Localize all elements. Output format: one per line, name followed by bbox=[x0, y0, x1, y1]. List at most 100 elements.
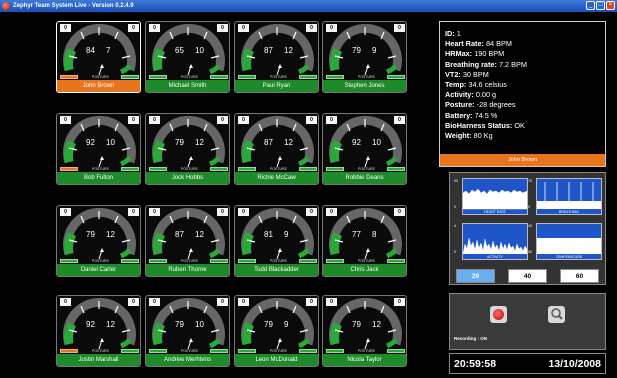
detail-label: HRMax: bbox=[445, 49, 473, 59]
athlete-tile[interactable]: 0 0 87 12 POSTURE Ruben Thorne bbox=[145, 205, 230, 277]
activity-chart[interactable]: 4 0 ACTIVITY bbox=[454, 223, 528, 260]
time-range-selector: 20 40 60 bbox=[453, 269, 603, 283]
activity-axis-bottom: 0 bbox=[454, 250, 456, 254]
detail-label: VT2: bbox=[445, 69, 461, 79]
signal-indicator bbox=[387, 167, 405, 171]
left-counter: 0 bbox=[238, 298, 249, 306]
athlete-grid: 0 0 84 7 POSTURE John Brown 0 0 65 10 POSTURE Micha… bbox=[56, 21, 432, 373]
zoom-button[interactable] bbox=[548, 306, 565, 323]
activity-axis-top: 4 bbox=[454, 224, 456, 228]
breathing-rate-value: 8 bbox=[372, 230, 377, 239]
breathing-axis-top: 70 bbox=[528, 179, 532, 183]
detail-row: Weight: 80 Kg bbox=[445, 131, 527, 141]
signal-indicator bbox=[121, 259, 139, 263]
detail-value: 190 BPM bbox=[474, 49, 505, 59]
gauge: 0 0 87 12 POSTURE bbox=[235, 114, 318, 173]
athlete-name: Robbie Deans bbox=[323, 172, 406, 184]
athlete-name: Justin Marshall bbox=[57, 354, 140, 366]
title-bar: Zephyr Team System Live - Version 0.2.4.… bbox=[0, 0, 617, 12]
signal-indicator bbox=[210, 259, 228, 263]
detail-label: BioHarness Status: bbox=[445, 120, 513, 130]
left-counter: 0 bbox=[326, 298, 337, 306]
athlete-name: Michael Smith bbox=[146, 80, 229, 92]
right-counter: 0 bbox=[128, 24, 139, 32]
athlete-name: Paul Ryan bbox=[235, 80, 318, 92]
heart-rate-axis-top: 90 bbox=[454, 179, 458, 183]
battery-indicator bbox=[149, 75, 167, 79]
range-20-button[interactable]: 20 bbox=[456, 269, 495, 283]
posture-label: POSTURE bbox=[270, 259, 287, 263]
athlete-tile[interactable]: 0 0 92 10 POSTURE Robbie Deans bbox=[322, 113, 407, 185]
battery-indicator bbox=[238, 349, 256, 353]
heart-rate-value: 87 bbox=[264, 138, 273, 147]
detail-row: Heart Rate: 84 BPM bbox=[445, 39, 527, 49]
athlete-tile[interactable]: 0 0 79 9 POSTURE Stephen Jones bbox=[322, 21, 407, 93]
posture-label: POSTURE bbox=[270, 167, 287, 171]
left-counter: 0 bbox=[149, 116, 160, 124]
signal-indicator bbox=[121, 75, 139, 79]
right-counter: 0 bbox=[394, 208, 405, 216]
athlete-name: Andrew Merhtens bbox=[146, 354, 229, 366]
detail-value: 7.2 BPM bbox=[498, 59, 527, 69]
maximize-button[interactable]: □ bbox=[596, 1, 605, 10]
details-athlete-name: John Brown bbox=[440, 154, 605, 166]
minimize-button[interactable]: _ bbox=[586, 1, 595, 10]
clock-time: 20:59:58 bbox=[454, 358, 497, 370]
detail-row: HRMax: 190 BPM bbox=[445, 49, 527, 59]
heart-rate-value: 79 bbox=[352, 320, 361, 329]
athlete-tile[interactable]: 0 0 81 9 POSTURE Todd Blackadder bbox=[234, 205, 319, 277]
athlete-tile[interactable]: 0 0 79 9 POSTURE Leon McDonald bbox=[234, 295, 319, 367]
left-counter: 0 bbox=[238, 116, 249, 124]
athlete-tile[interactable]: 0 0 92 10 POSTURE Bob Fulton bbox=[56, 113, 141, 185]
breathing-axis-bottom: 0 bbox=[528, 205, 530, 209]
athlete-tile[interactable]: 0 0 79 12 POSTURE Nicola Taylor bbox=[322, 295, 407, 367]
left-counter: 0 bbox=[149, 24, 160, 32]
left-counter: 0 bbox=[60, 24, 71, 32]
range-60-button[interactable]: 60 bbox=[560, 269, 599, 283]
right-counter: 0 bbox=[217, 298, 228, 306]
athlete-tile[interactable]: 0 0 87 12 POSTURE Paul Ryan bbox=[234, 21, 319, 93]
right-counter: 0 bbox=[306, 24, 317, 32]
heart-rate-value: 79 bbox=[175, 138, 184, 147]
detail-label: Posture: bbox=[445, 100, 475, 110]
close-button[interactable]: × bbox=[606, 1, 615, 10]
signal-indicator bbox=[387, 259, 405, 263]
right-counter: 0 bbox=[128, 116, 139, 124]
athlete-tile[interactable]: 0 0 92 12 POSTURE Justin Marshall bbox=[56, 295, 141, 367]
app-icon bbox=[2, 2, 10, 10]
gauge: 0 0 77 8 POSTURE bbox=[323, 206, 406, 265]
detail-row: ID: 1 bbox=[445, 29, 527, 39]
breathing-rate-value: 9 bbox=[372, 46, 377, 55]
gauge: 0 0 79 12 POSTURE bbox=[146, 114, 229, 173]
posture-label: POSTURE bbox=[181, 75, 198, 79]
detail-row: Breathing rate: 7.2 BPM bbox=[445, 60, 527, 70]
breathing-chart[interactable]: 70 0 BREATHING bbox=[528, 178, 602, 215]
heart-rate-chart[interactable]: 90 0 HEART RATE bbox=[454, 178, 528, 215]
gauge: 0 0 81 9 POSTURE bbox=[235, 206, 318, 265]
athlete-name: Jock Hobbs bbox=[146, 172, 229, 184]
left-counter: 0 bbox=[149, 298, 160, 306]
athlete-tile[interactable]: 0 0 87 12 POSTURE Richie McCaw bbox=[234, 113, 319, 185]
range-40-button[interactable]: 40 bbox=[508, 269, 547, 283]
athlete-tile[interactable]: 0 0 77 8 POSTURE Chris Jack bbox=[322, 205, 407, 277]
battery-indicator bbox=[326, 259, 344, 263]
left-counter: 0 bbox=[60, 208, 71, 216]
battery-indicator bbox=[60, 349, 78, 353]
athlete-tile[interactable]: 0 0 79 12 POSTURE Daniel Carter bbox=[56, 205, 141, 277]
gauge: 0 0 92 10 POSTURE bbox=[323, 114, 406, 173]
athlete-name: Stephen Jones bbox=[323, 80, 406, 92]
athlete-tile[interactable]: 0 0 65 10 POSTURE Michael Smith bbox=[145, 21, 230, 93]
signal-indicator bbox=[299, 75, 317, 79]
right-counter: 0 bbox=[128, 298, 139, 306]
heart-rate-value: 81 bbox=[264, 230, 273, 239]
athlete-tile[interactable]: 0 0 79 12 POSTURE Jock Hobbs bbox=[145, 113, 230, 185]
athlete-tile[interactable]: 0 0 84 7 POSTURE John Brown bbox=[56, 21, 141, 93]
temperature-chart[interactable]: 40 30 TEMPERATURE bbox=[528, 223, 602, 260]
record-button[interactable] bbox=[490, 306, 507, 323]
gauge: 0 0 79 12 POSTURE bbox=[323, 296, 406, 355]
clock-panel: 20:59:58 13/10/2008 bbox=[449, 353, 606, 374]
athlete-tile[interactable]: 0 0 79 10 POSTURE Andrew Merhtens bbox=[145, 295, 230, 367]
athlete-name: Ruben Thorne bbox=[146, 264, 229, 276]
right-counter: 0 bbox=[217, 208, 228, 216]
breathing-rate-value: 12 bbox=[106, 230, 115, 239]
